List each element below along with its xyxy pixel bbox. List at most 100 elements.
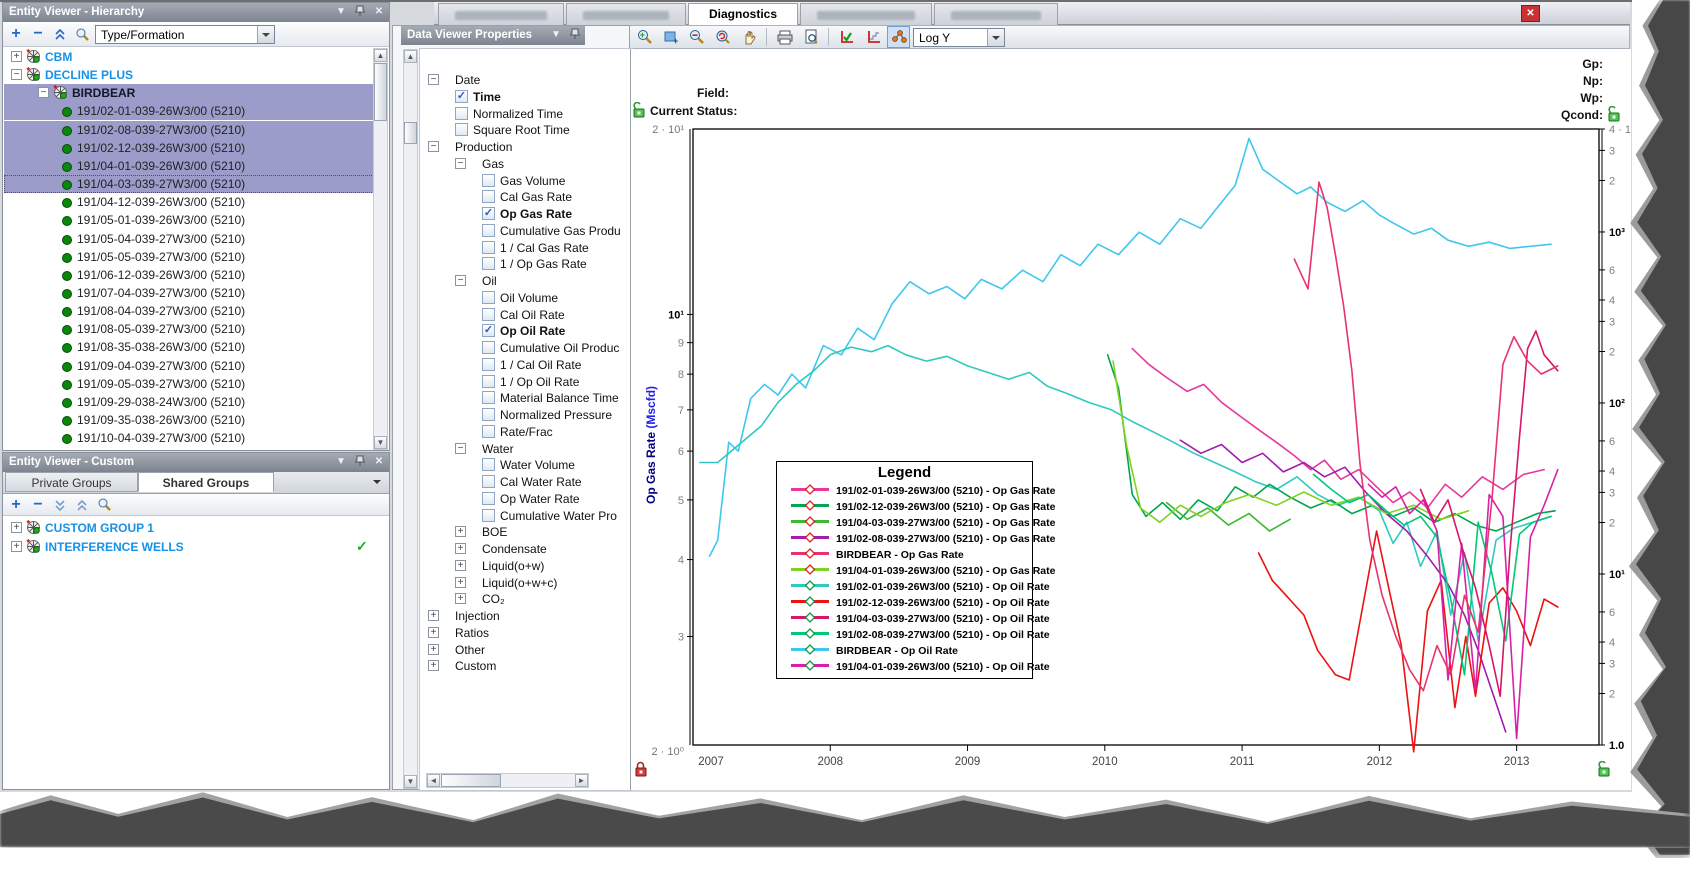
property-checkbox[interactable] (482, 475, 495, 488)
legend-entry[interactable]: 191/04-03-039-27W3/00 (5210) - Op Gas Ra… (777, 515, 1055, 531)
dropdown-button[interactable] (987, 28, 1004, 46)
panel-titlebar[interactable]: Entity Viewer - Hierarchy ▼ ✕ (3, 3, 389, 22)
tree-property[interactable]: Cumulative Gas Produ (426, 223, 630, 239)
chevron-down-icon[interactable]: ▼ (334, 455, 348, 469)
tree-property[interactable]: ✓ Op Gas Rate (426, 206, 630, 222)
panel-titlebar[interactable]: Entity Viewer - Custom ▼ ✕ (3, 453, 389, 472)
expand-toggle[interactable]: + (455, 543, 466, 554)
expand-toggle[interactable]: + (428, 626, 439, 638)
scroll-up-button[interactable]: ▲ (374, 49, 387, 62)
tree-item[interactable]: + * CBM (4, 48, 374, 66)
legend-entry[interactable]: 191/02-08-039-27W3/00 (5210) - Op Gas Ra… (777, 531, 1055, 547)
property-checkbox[interactable]: ✓ (482, 207, 495, 220)
expand-toggle[interactable]: − (11, 69, 22, 81)
tree-property[interactable]: Cal Water Rate (426, 474, 630, 490)
scroll-thumb[interactable] (404, 122, 417, 144)
tree-item[interactable]: + * INTERFERENCE WELLS ✓ (4, 538, 374, 556)
zoom-in-button[interactable]: + (633, 26, 656, 48)
close-icon[interactable]: ✕ (372, 455, 386, 469)
tab-redacted-4[interactable] (934, 3, 1058, 25)
log-y-select[interactable]: Log Y (913, 27, 1005, 47)
tree-category[interactable]: + BOE (426, 524, 630, 540)
property-checkbox[interactable] (482, 341, 495, 354)
tree-category[interactable]: − Date (426, 72, 630, 88)
property-checkbox[interactable]: ✓ (455, 89, 468, 103)
property-checkbox[interactable] (482, 290, 495, 304)
scroll-thumb[interactable] (441, 774, 501, 787)
scroll-left-button[interactable]: ◄ (427, 774, 440, 787)
tree-item[interactable]: 191/09-04-039-27W3/00 (5210) (4, 357, 374, 375)
tree-item[interactable]: + * CUSTOM GROUP 1 (4, 519, 374, 537)
tree-property[interactable]: Gas Volume (426, 173, 630, 189)
expand-toggle[interactable]: − (38, 87, 49, 99)
tree-item[interactable]: 191/04-03-039-27W3/00 (5210) (4, 175, 374, 194)
expand-toggle[interactable]: + (428, 643, 439, 655)
legend-entry[interactable]: 191/04-01-039-26W3/00 (5210) - Op Oil Ra… (777, 659, 1050, 675)
scroll-down-button[interactable]: ▼ (374, 436, 387, 449)
scroll-down-button[interactable]: ▼ (404, 775, 417, 788)
tree-property[interactable]: Cal Oil Rate (426, 307, 630, 323)
data-viewer-hscrollbar[interactable]: ◄ ► (426, 773, 589, 788)
tree-category[interactable]: + Injection (426, 608, 630, 624)
scroll-up-button[interactable]: ▲ (404, 50, 417, 63)
close-button[interactable]: ✕ (1521, 5, 1540, 22)
print-button[interactable] (773, 26, 796, 48)
collapse-all-button[interactable] (51, 25, 69, 43)
expand-toggle[interactable]: + (455, 576, 466, 588)
remove-button[interactable]: − (29, 496, 47, 514)
property-checkbox[interactable] (482, 307, 495, 321)
scroll-right-button[interactable]: ► (575, 774, 588, 787)
add-button[interactable]: + (7, 25, 25, 43)
expand-toggle[interactable]: + (428, 610, 439, 621)
series-nodes-button[interactable] (887, 26, 910, 48)
tree-item[interactable]: 191/05-04-039-27W3/00 (5210) (4, 230, 374, 248)
tab-private-groups[interactable]: Private Groups (5, 472, 138, 492)
tree-property[interactable]: 1 / Cal Gas Rate (426, 240, 630, 256)
panel-titlebar[interactable]: Data Viewer Properties ▼ (401, 26, 585, 45)
collapse-all-button[interactable] (73, 496, 91, 514)
axes-options-button[interactable] (861, 26, 884, 48)
tree-property[interactable]: Cumulative Oil Produc (426, 340, 630, 356)
tree-item[interactable]: 191/05-01-039-26W3/00 (5210) (4, 211, 374, 229)
pin-icon[interactable] (353, 5, 367, 19)
tree-item[interactable]: 191/09-29-038-24W3/00 (5210) (4, 393, 374, 411)
tree-item[interactable]: − * BIRDBEAR (4, 84, 374, 103)
tree-item[interactable]: 191/09-05-039-27W3/00 (5210) (4, 375, 374, 393)
legend-entry[interactable]: 191/02-12-039-26W3/00 (5210) - Op Oil Ra… (777, 595, 1050, 611)
expand-toggle[interactable]: + (428, 660, 439, 672)
add-button[interactable]: + (7, 496, 25, 514)
lock-icon[interactable] (634, 761, 648, 777)
property-checkbox[interactable] (455, 106, 468, 120)
chart-legend[interactable]: Legend 191/02-01-039-26W3/00 (5210) - Op… (776, 461, 1055, 679)
tree-item[interactable]: 191/04-12-039-26W3/00 (5210) (4, 193, 374, 211)
tree-property[interactable]: Normalized Pressure (426, 407, 630, 423)
tree-item[interactable]: 191/08-04-039-27W3/00 (5210) (4, 302, 374, 320)
tree-item[interactable]: 191/08-35-038-26W3/00 (5210) (4, 338, 374, 356)
tree-category[interactable]: + Custom (426, 658, 630, 674)
expand-toggle[interactable]: + (455, 593, 466, 605)
tab-redacted-3[interactable] (800, 3, 932, 25)
property-checkbox[interactable]: ✓ (482, 324, 495, 338)
legend-entry[interactable]: 191/04-01-039-26W3/00 (5210) - Op Gas Ra… (777, 563, 1055, 579)
tab-overflow-button[interactable] (373, 480, 381, 484)
tree-property[interactable]: Material Balance Time (426, 390, 630, 406)
tree-item[interactable]: 191/08-05-039-27W3/00 (5210) (4, 320, 374, 338)
expand-toggle[interactable]: − (428, 141, 439, 152)
remove-button[interactable]: − (29, 25, 47, 43)
legend-entry[interactable]: 191/02-01-039-26W3/00 (5210) - Op Gas Ra… (777, 483, 1055, 499)
pin-icon[interactable] (353, 455, 367, 469)
hierarchy-scrollbar[interactable]: ▲ ▼ (373, 48, 388, 450)
property-checkbox[interactable] (482, 190, 495, 204)
tree-item[interactable]: 191/04-01-039-26W3/00 (5210) (4, 156, 374, 175)
tree-item[interactable]: 191/02-01-039-26W3/00 (5210) (4, 102, 374, 121)
pin-icon[interactable] (568, 28, 582, 42)
tree-item[interactable]: − * DECLINE PLUS (4, 66, 374, 84)
unlock-icon[interactable] (1597, 760, 1611, 777)
property-checkbox[interactable] (455, 123, 468, 137)
zoom-out-button[interactable] (685, 26, 708, 48)
tree-item[interactable]: 191/10-04-039-27W3/00 (5210) (4, 429, 374, 447)
expand-toggle[interactable]: + (11, 51, 22, 62)
tree-property[interactable]: ✓ Op Oil Rate (426, 323, 630, 339)
tab-shared-groups[interactable]: Shared Groups (138, 472, 274, 492)
expand-toggle[interactable]: + (455, 526, 466, 538)
